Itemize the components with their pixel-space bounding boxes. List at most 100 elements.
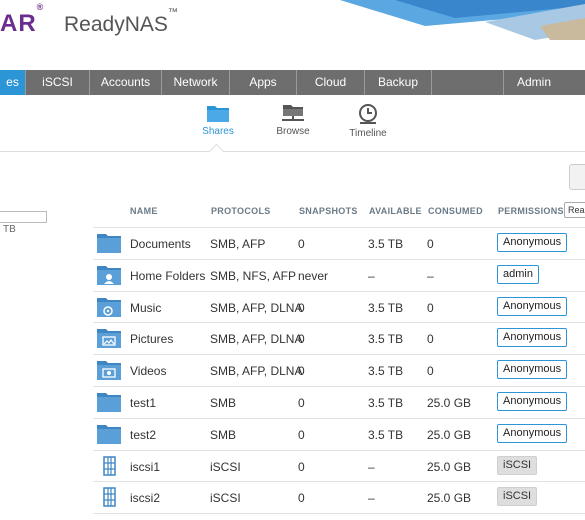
toolbar-button[interactable] (569, 164, 585, 190)
brand-logo: AR® (0, 2, 45, 37)
subtab-shares[interactable]: Shares (188, 103, 248, 137)
table-row[interactable]: iscsi1 iSCSI 0 – 25.0 GB iSCSI (93, 449, 585, 482)
table-row[interactable]: Music SMB, AFP, DLNA 0 3.5 TB 0 Anonymous (93, 290, 585, 323)
permission-button[interactable]: iSCSI (497, 487, 538, 507)
share-available: – (368, 491, 375, 506)
share-consumed: 25.0 GB (427, 491, 472, 506)
tab-accounts[interactable]: Accounts (90, 70, 162, 95)
share-snapshots: 0 (298, 491, 305, 506)
share-protocols: SMB, AFP, DLNA (210, 332, 303, 347)
tab-cloud[interactable]: Cloud (297, 70, 365, 95)
share-name: Videos (130, 364, 167, 379)
subtab-timeline[interactable]: Timeline (338, 103, 398, 139)
share-protocols: SMB, AFP (210, 237, 266, 251)
share-consumed: 25.0 GB (427, 427, 472, 442)
tab-backup[interactable]: Backup (365, 70, 432, 95)
permission-button[interactable]: Anonymous (497, 360, 568, 380)
volume-capacity-bar (0, 211, 47, 223)
browse-icon (282, 105, 304, 121)
tab-admin-password[interactable]: Admin Passwo (504, 70, 585, 114)
share-snapshots: 0 (298, 396, 305, 410)
share-snapshots: 0 (298, 237, 305, 251)
share-consumed: 25.0 GB (427, 396, 472, 410)
share-protocols: SMB (210, 427, 237, 442)
share-snapshots: never (298, 268, 329, 283)
share-name: iscsi2 (130, 491, 161, 506)
folder-icon (96, 423, 122, 450)
folder-icon (207, 106, 229, 122)
music-folder-icon (96, 296, 122, 323)
permission-button[interactable]: Anonymous (497, 392, 568, 411)
share-name: Music (130, 300, 162, 315)
share-protocols: SMB, AFP, DLNA (210, 300, 303, 315)
share-available: 3.5 TB (368, 237, 404, 251)
tab-network[interactable]: Network (162, 70, 230, 95)
table-row[interactable]: test2 SMB 0 3.5 TB 25.0 GB Anonymous (93, 417, 585, 450)
subtab-timeline-label: Timeline (349, 128, 387, 139)
folder-icon (96, 391, 122, 418)
share-available: 3.5 TB (368, 427, 404, 442)
share-consumed: – (427, 268, 434, 283)
permission-button[interactable]: Anonymous (497, 233, 568, 252)
tab-shares[interactable]: es (0, 70, 26, 95)
share-name: test1 (130, 396, 157, 410)
subtab-divider (0, 151, 585, 152)
header-available: AVAILABLE (369, 206, 422, 216)
active-subtab-caret (208, 143, 225, 160)
clock-icon (359, 104, 377, 124)
tab-blank[interactable] (432, 70, 504, 95)
share-available: – (368, 459, 375, 474)
share-protocols: iSCSI (210, 491, 241, 506)
table-row[interactable]: Pictures SMB, AFP, DLNA 0 3.5 TB 0 Anonymous (93, 322, 585, 354)
tab-apps[interactable]: Apps (230, 70, 297, 95)
subtab-browse[interactable]: Browse (263, 103, 323, 137)
header-consumed: CONSUMED (428, 206, 483, 216)
permission-button[interactable]: iSCSI (497, 455, 538, 475)
header-decoration-graphic (340, 0, 585, 40)
share-name: Pictures (130, 332, 174, 347)
table-bottom-border (93, 513, 585, 515)
share-available: – (368, 268, 375, 283)
permission-button[interactable]: Anonymous (497, 296, 568, 316)
share-available: 3.5 TB (368, 396, 404, 410)
app-header: AR® ReadyNAS™ (0, 0, 585, 70)
tab-iscsi[interactable]: iSCSI (26, 70, 90, 95)
permission-button[interactable]: Anonymous (497, 328, 568, 348)
share-consumed: 25.0 GB (427, 459, 472, 474)
permission-button[interactable]: Anonymous (497, 423, 568, 443)
share-available: 3.5 TB (368, 364, 404, 379)
table-row[interactable]: Videos SMB, AFP, DLNA 0 3.5 TB 0 Anonymous (93, 354, 585, 386)
videos-folder-icon (96, 359, 122, 386)
share-name: test2 (130, 427, 157, 442)
share-name: Home Folders (130, 268, 206, 283)
iscsi-lun-icon (96, 486, 122, 513)
folder-icon (96, 232, 122, 259)
share-snapshots: 0 (298, 427, 305, 442)
subtab-shares-label: Shares (202, 126, 234, 137)
share-protocols: SMB, NFS, AFP (210, 268, 297, 283)
main-nav: es iSCSI Accounts Network Apps Cloud Bac… (0, 70, 585, 114)
table-row[interactable]: Home Folders SMB, NFS, AFP never – – admin (93, 258, 585, 291)
subtab-browse-label: Browse (276, 126, 310, 137)
table-row[interactable]: test1 SMB 0 3.5 TB 25.0 GB Anonymous (93, 386, 585, 418)
share-name: Documents (130, 237, 191, 251)
share-snapshots: 0 (298, 459, 305, 474)
permission-button[interactable]: admin (497, 264, 539, 284)
table-row[interactable]: Documents SMB, AFP 0 3.5 TB 0 Anonymous (93, 227, 585, 259)
share-protocols: SMB (210, 396, 237, 410)
table-row[interactable]: iscsi2 iSCSI 0 – 25.0 GB iSCSI (93, 481, 585, 513)
share-snapshots: 0 (298, 364, 305, 379)
share-protocols: SMB, AFP, DLNA (210, 364, 303, 379)
share-consumed: 0 (427, 300, 434, 315)
product-title: ReadyNAS™ (64, 7, 178, 36)
home-folder-icon (96, 264, 122, 291)
share-consumed: 0 (427, 332, 434, 347)
share-snapshots: 0 (298, 332, 305, 347)
iscsi-lun-icon (96, 455, 122, 482)
share-consumed: 0 (427, 364, 434, 379)
header-protocols: PROTOCOLS (211, 206, 271, 216)
permissions-filter-button[interactable]: Rea (564, 202, 585, 218)
share-consumed: 0 (427, 237, 434, 251)
header-snapshots: SNAPSHOTS (299, 206, 358, 216)
share-available: 3.5 TB (368, 300, 404, 315)
